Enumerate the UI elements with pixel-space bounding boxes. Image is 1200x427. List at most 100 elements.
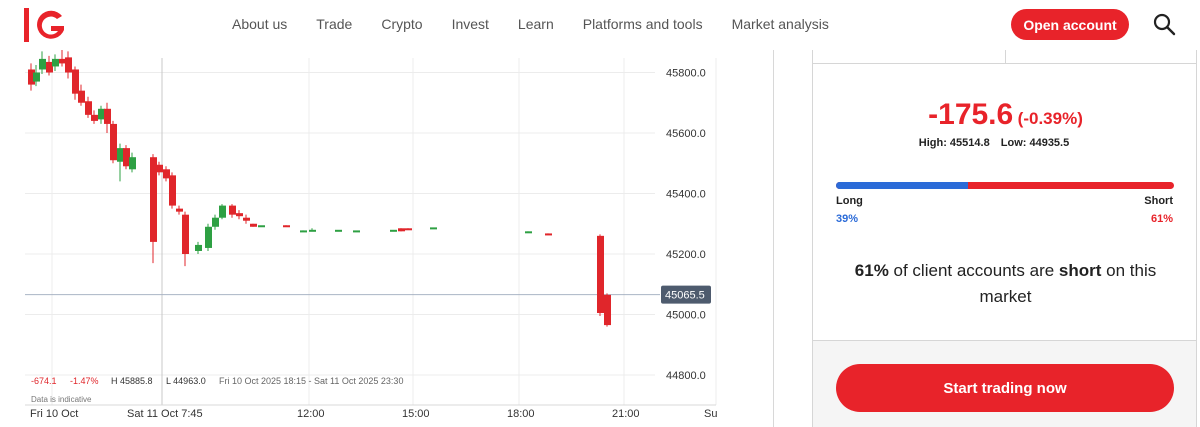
candle-body bbox=[176, 208, 183, 212]
page: About us Trade Crypto Invest Learn Platf… bbox=[0, 0, 1200, 427]
sentence-direction: short bbox=[1058, 261, 1102, 280]
candle-body bbox=[65, 57, 72, 73]
candle-body bbox=[117, 148, 124, 162]
price-axis-label: 45800.0 bbox=[666, 68, 706, 80]
search-icon[interactable] bbox=[1152, 12, 1176, 36]
site-header: About us Trade Crypto Invest Learn Platf… bbox=[0, 0, 1200, 50]
sentiment-sentence: 61% of client accounts are short on this… bbox=[833, 258, 1178, 310]
candle-body bbox=[123, 148, 130, 167]
chart-divider bbox=[773, 50, 774, 427]
time-axis-label: 21:00 bbox=[612, 408, 640, 420]
candle-body bbox=[545, 233, 552, 236]
candle-body bbox=[243, 217, 250, 221]
data-disclaimer: Data is indicative bbox=[31, 395, 92, 404]
candle-body bbox=[85, 101, 92, 115]
chart-canvas[interactable]: 45800.0 45600.0 45400.0 45200.0 45000.0 44800… bbox=[0, 50, 775, 427]
candle-body bbox=[169, 175, 176, 206]
candle-body bbox=[597, 235, 604, 313]
candle-body bbox=[91, 114, 98, 121]
current-price-label: 45065.5 bbox=[665, 290, 705, 302]
main-nav: About us Trade Crypto Invest Learn Platf… bbox=[232, 16, 858, 32]
candle-body bbox=[52, 58, 59, 67]
time-axis-label: Fri 10 Oct bbox=[30, 408, 78, 420]
daily-change: -175.6 (-0.39%) bbox=[813, 98, 1198, 132]
short-percent: 61% bbox=[1150, 213, 1173, 225]
candle-body bbox=[212, 217, 219, 227]
candle-body bbox=[205, 226, 212, 248]
candle-body bbox=[104, 108, 111, 124]
candle-body bbox=[525, 231, 532, 234]
time-axis-label: 15:00 bbox=[402, 408, 430, 420]
market-summary-panel: -175.6 (-0.39%) High: 45514.8 Low: 44935… bbox=[812, 64, 1197, 427]
sentence-percent: 61% bbox=[854, 261, 889, 280]
candle-body bbox=[236, 213, 243, 217]
candle-body bbox=[59, 58, 66, 64]
candle-body bbox=[182, 214, 189, 254]
candle-body bbox=[150, 157, 157, 242]
long-label: Long bbox=[836, 195, 863, 207]
candle-body bbox=[300, 230, 307, 233]
price-axis-label: 45000.0 bbox=[666, 310, 706, 322]
time-axis-label: 18:00 bbox=[507, 408, 535, 420]
sentiment-bar bbox=[836, 182, 1174, 189]
candle-body bbox=[405, 228, 412, 231]
nav-trade[interactable]: Trade bbox=[316, 16, 352, 32]
nav-platforms-and-tools[interactable]: Platforms and tools bbox=[583, 16, 703, 32]
time-axis-label: Su bbox=[704, 408, 717, 420]
stat-range: Fri 10 Oct 2025 18:15 - Sat 11 Oct 2025 … bbox=[219, 376, 403, 386]
low-value: Low: 44935.5 bbox=[1000, 137, 1070, 149]
stat-high: H 45885.8 bbox=[111, 376, 153, 386]
panel-top-divider bbox=[812, 50, 1197, 64]
candle-body bbox=[129, 157, 136, 170]
price-axis-label: 45200.0 bbox=[666, 249, 706, 261]
price-axis-label: 45400.0 bbox=[666, 189, 706, 201]
long-percent: 39% bbox=[836, 213, 859, 225]
time-axis-label: 12:00 bbox=[297, 408, 325, 420]
chart-candles bbox=[28, 50, 611, 327]
price-chart[interactable]: 45800.0 45600.0 45400.0 45200.0 45000.0 44800… bbox=[0, 50, 775, 427]
high-low: High: 45514.8 Low: 44935.5 bbox=[813, 137, 1175, 149]
open-account-button[interactable]: Open account bbox=[1011, 9, 1129, 40]
stat-change-pct: -1.47% bbox=[70, 376, 99, 386]
nav-about-us[interactable]: About us bbox=[232, 16, 287, 32]
short-label: Short bbox=[1144, 195, 1173, 207]
candle-body bbox=[283, 225, 290, 228]
price-axis-label: 45600.0 bbox=[666, 128, 706, 140]
candle-body bbox=[98, 108, 105, 120]
sentence-middle: of client accounts are bbox=[888, 261, 1059, 280]
chart-labels: 45800.0 45600.0 45400.0 45200.0 45000.0 44800… bbox=[30, 68, 717, 421]
nav-invest[interactable]: Invest bbox=[452, 16, 489, 32]
nav-crypto[interactable]: Crypto bbox=[381, 16, 422, 32]
candle-body bbox=[219, 205, 226, 218]
change-percent: (-0.39%) bbox=[1017, 109, 1083, 128]
nav-market-analysis[interactable]: Market analysis bbox=[732, 16, 829, 32]
candle-body bbox=[33, 72, 40, 82]
candle-body bbox=[353, 230, 360, 233]
candle-body bbox=[335, 229, 342, 232]
candle-body bbox=[156, 164, 163, 173]
chart-grid bbox=[25, 58, 717, 406]
candle-body bbox=[110, 123, 117, 161]
change-value: -175.6 bbox=[928, 98, 1014, 131]
candle-body bbox=[46, 61, 53, 73]
candle-body bbox=[229, 205, 236, 215]
candle-body bbox=[72, 69, 79, 94]
price-axis-label: 44800.0 bbox=[666, 370, 706, 382]
ig-logo[interactable] bbox=[24, 6, 68, 44]
candle-body bbox=[250, 223, 257, 227]
start-trading-button[interactable]: Start trading now bbox=[836, 364, 1174, 412]
stat-low: L 44963.0 bbox=[166, 376, 206, 386]
stat-change: -674.1 bbox=[31, 376, 57, 386]
sentiment-long-fill bbox=[836, 182, 968, 189]
candle-body bbox=[258, 225, 265, 228]
candle-body bbox=[39, 58, 46, 70]
candle-body bbox=[430, 227, 437, 230]
candle-body bbox=[309, 229, 316, 232]
candle-body bbox=[163, 169, 170, 179]
candle-body bbox=[390, 229, 397, 232]
high-value: High: 45514.8 bbox=[918, 137, 990, 149]
candle-body bbox=[398, 228, 405, 232]
nav-learn[interactable]: Learn bbox=[518, 16, 554, 32]
time-axis-label: Sat 11 Oct 7:45 bbox=[127, 408, 203, 420]
candle-body bbox=[78, 90, 85, 103]
